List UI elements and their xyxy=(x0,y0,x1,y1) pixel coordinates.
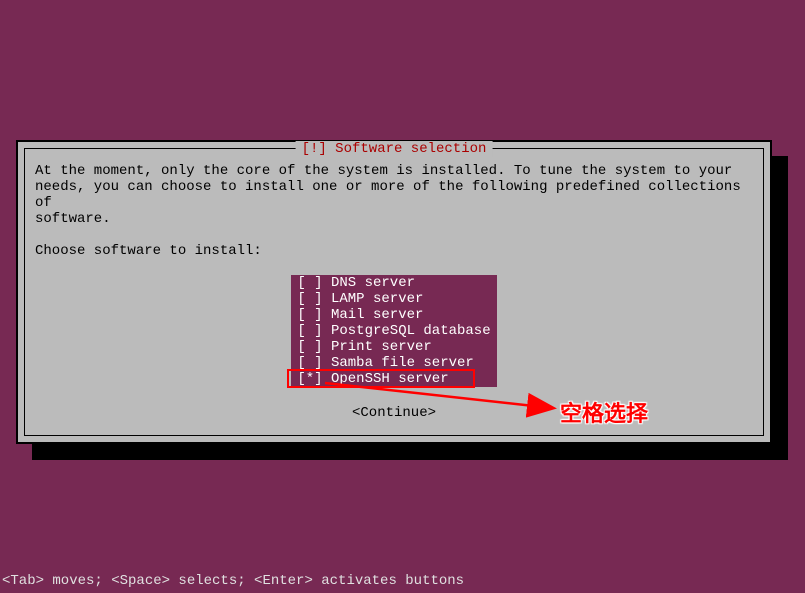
software-option-list[interactable]: [ ] DNS server [ ] LAMP server [ ] Mail … xyxy=(291,275,496,387)
software-option[interactable]: [ ] Samba file server xyxy=(291,355,496,371)
dialog-prompt: Choose software to install: xyxy=(35,243,753,259)
help-bar: <Tab> moves; <Space> selects; <Enter> ac… xyxy=(2,573,464,589)
software-option[interactable]: [ ] LAMP server xyxy=(291,291,496,307)
software-option[interactable]: [*] OpenSSH server xyxy=(291,371,496,387)
software-option[interactable]: [ ] Print server xyxy=(291,339,496,355)
software-option[interactable]: [ ] PostgreSQL database xyxy=(291,323,496,339)
software-option[interactable]: [ ] DNS server xyxy=(291,275,496,291)
software-option[interactable]: [ ] Mail server xyxy=(291,307,496,323)
continue-button[interactable]: <Continue> xyxy=(35,405,753,421)
dialog-border: [!] Software selection At the moment, on… xyxy=(24,148,764,436)
software-selection-dialog: [!] Software selection At the moment, on… xyxy=(16,140,772,444)
dialog-description: At the moment, only the core of the syst… xyxy=(35,163,753,227)
continue-label: <Continue> xyxy=(352,405,436,421)
